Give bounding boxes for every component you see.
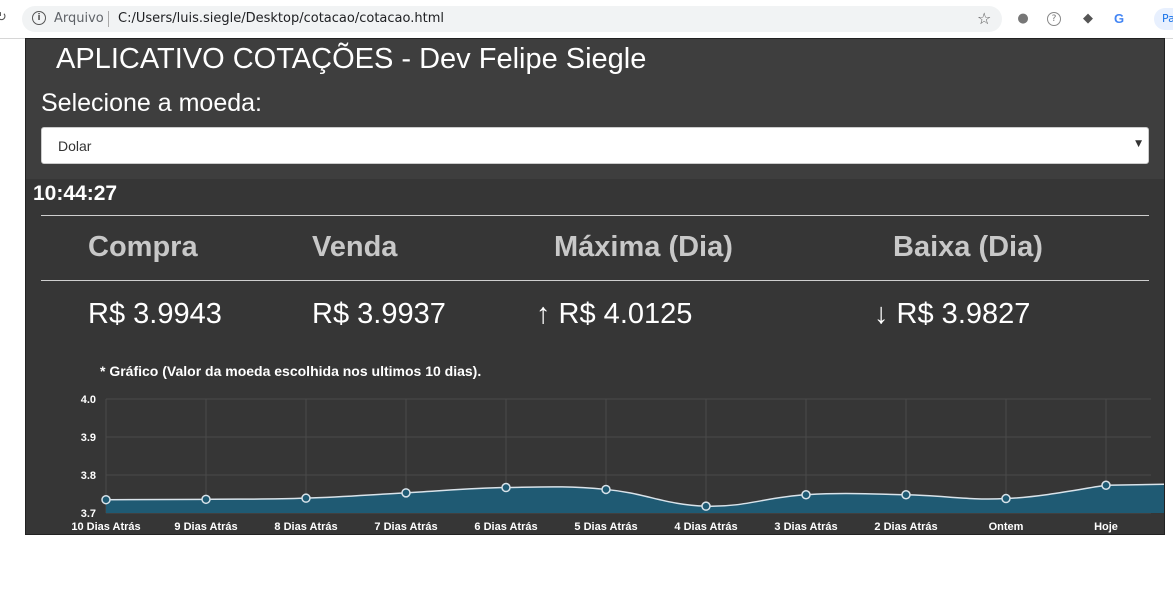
header-baixa: Baixa (Dia) (893, 231, 1043, 263)
help-extension-icon[interactable]: ? (1047, 12, 1061, 26)
data-point (1101, 480, 1111, 491)
currency-select-value: Dolar (58, 138, 92, 154)
value-baixa: ↓ R$ 3.9827 (874, 298, 1031, 330)
y-tick-label: 3.8 (81, 470, 96, 482)
x-tick-label: 5 Dias Atrás (574, 521, 637, 533)
data-point (701, 501, 711, 511)
value-maxima: ↑ R$ 4.0125 (536, 298, 693, 330)
url-text[interactable]: C:/Users/luis.siegle/Desktop/cotacao/cot… (118, 11, 444, 26)
data-point (1001, 493, 1011, 504)
address-bar[interactable]: i Arquivo C:/Users/luis.siegle/Desktop/c… (22, 6, 1002, 32)
url-separator (108, 11, 109, 27)
profile-button[interactable]: Pa (1154, 8, 1173, 30)
data-point (301, 493, 311, 503)
x-tick-label: 3 Dias Atrás (774, 521, 837, 533)
value-compra: R$ 3.9943 (88, 298, 222, 330)
data-point (901, 490, 911, 500)
extension-icon-1[interactable]: ● (1015, 11, 1031, 27)
extension-icon-3[interactable]: ◆ (1080, 11, 1096, 27)
data-point (501, 482, 511, 493)
divider-top (41, 215, 1149, 216)
x-tick-label: 4 Dias Atrás (674, 521, 737, 533)
currency-select-label: Selecione a moeda: (41, 89, 262, 117)
value-venda: R$ 3.9937 (312, 298, 446, 330)
reload-icon[interactable]: ↻ (0, 10, 7, 25)
x-tick-label: 8 Dias Atrás (274, 521, 337, 533)
info-icon[interactable]: i (32, 11, 46, 25)
data-point (401, 488, 411, 498)
x-tick-label: 2 Dias Atrás (874, 521, 937, 533)
data-point (201, 494, 211, 505)
data-point (801, 490, 811, 500)
x-tick-label: Hoje (1094, 521, 1118, 533)
google-icon[interactable]: G (1111, 11, 1127, 27)
x-tick-label: 6 Dias Atrás (474, 521, 537, 533)
x-tick-label: 7 Dias Atrás (374, 521, 437, 533)
currency-select[interactable]: Dolar ▼ (41, 127, 1149, 164)
x-tick-label: 10 Dias Atrás (71, 521, 140, 533)
header-maxima: Máxima (Dia) (554, 231, 733, 263)
header-venda: Venda (312, 231, 398, 263)
header-compra: Compra (88, 231, 198, 263)
divider-header (41, 280, 1149, 281)
app-container: APLICATIVO COTAÇÕES - Dev Felipe Siegle … (25, 38, 1165, 535)
data-point (601, 484, 611, 495)
currency-area-chart: 4.0 3.9 3.8 3.710 Dias Atrás 9 Dias Atrás 8 D… (71, 394, 1164, 533)
y-tick-label: 3.9 (81, 432, 96, 444)
x-tick-label: Ontem (989, 521, 1024, 533)
x-tick-label: 9 Dias Atrás (174, 521, 237, 533)
data-point (101, 494, 111, 505)
browser-toolbar: ↻ i Arquivo C:/Users/luis.siegle/Desktop… (0, 0, 1173, 39)
clock-time: 10:44:27 (33, 182, 118, 205)
chevron-down-icon: ▼ (1135, 139, 1142, 149)
url-label: Arquivo (54, 11, 104, 26)
y-tick-label: 4.0 (81, 394, 96, 406)
page-title: APLICATIVO COTAÇÕES - Dev Felipe Siegle (56, 43, 647, 75)
chart-caption: * Gráfico (Valor da moeda escolhida nos … (100, 363, 482, 379)
bookmark-star-icon[interactable]: ☆ (977, 9, 991, 28)
y-tick-label: 3.7 (81, 508, 96, 520)
